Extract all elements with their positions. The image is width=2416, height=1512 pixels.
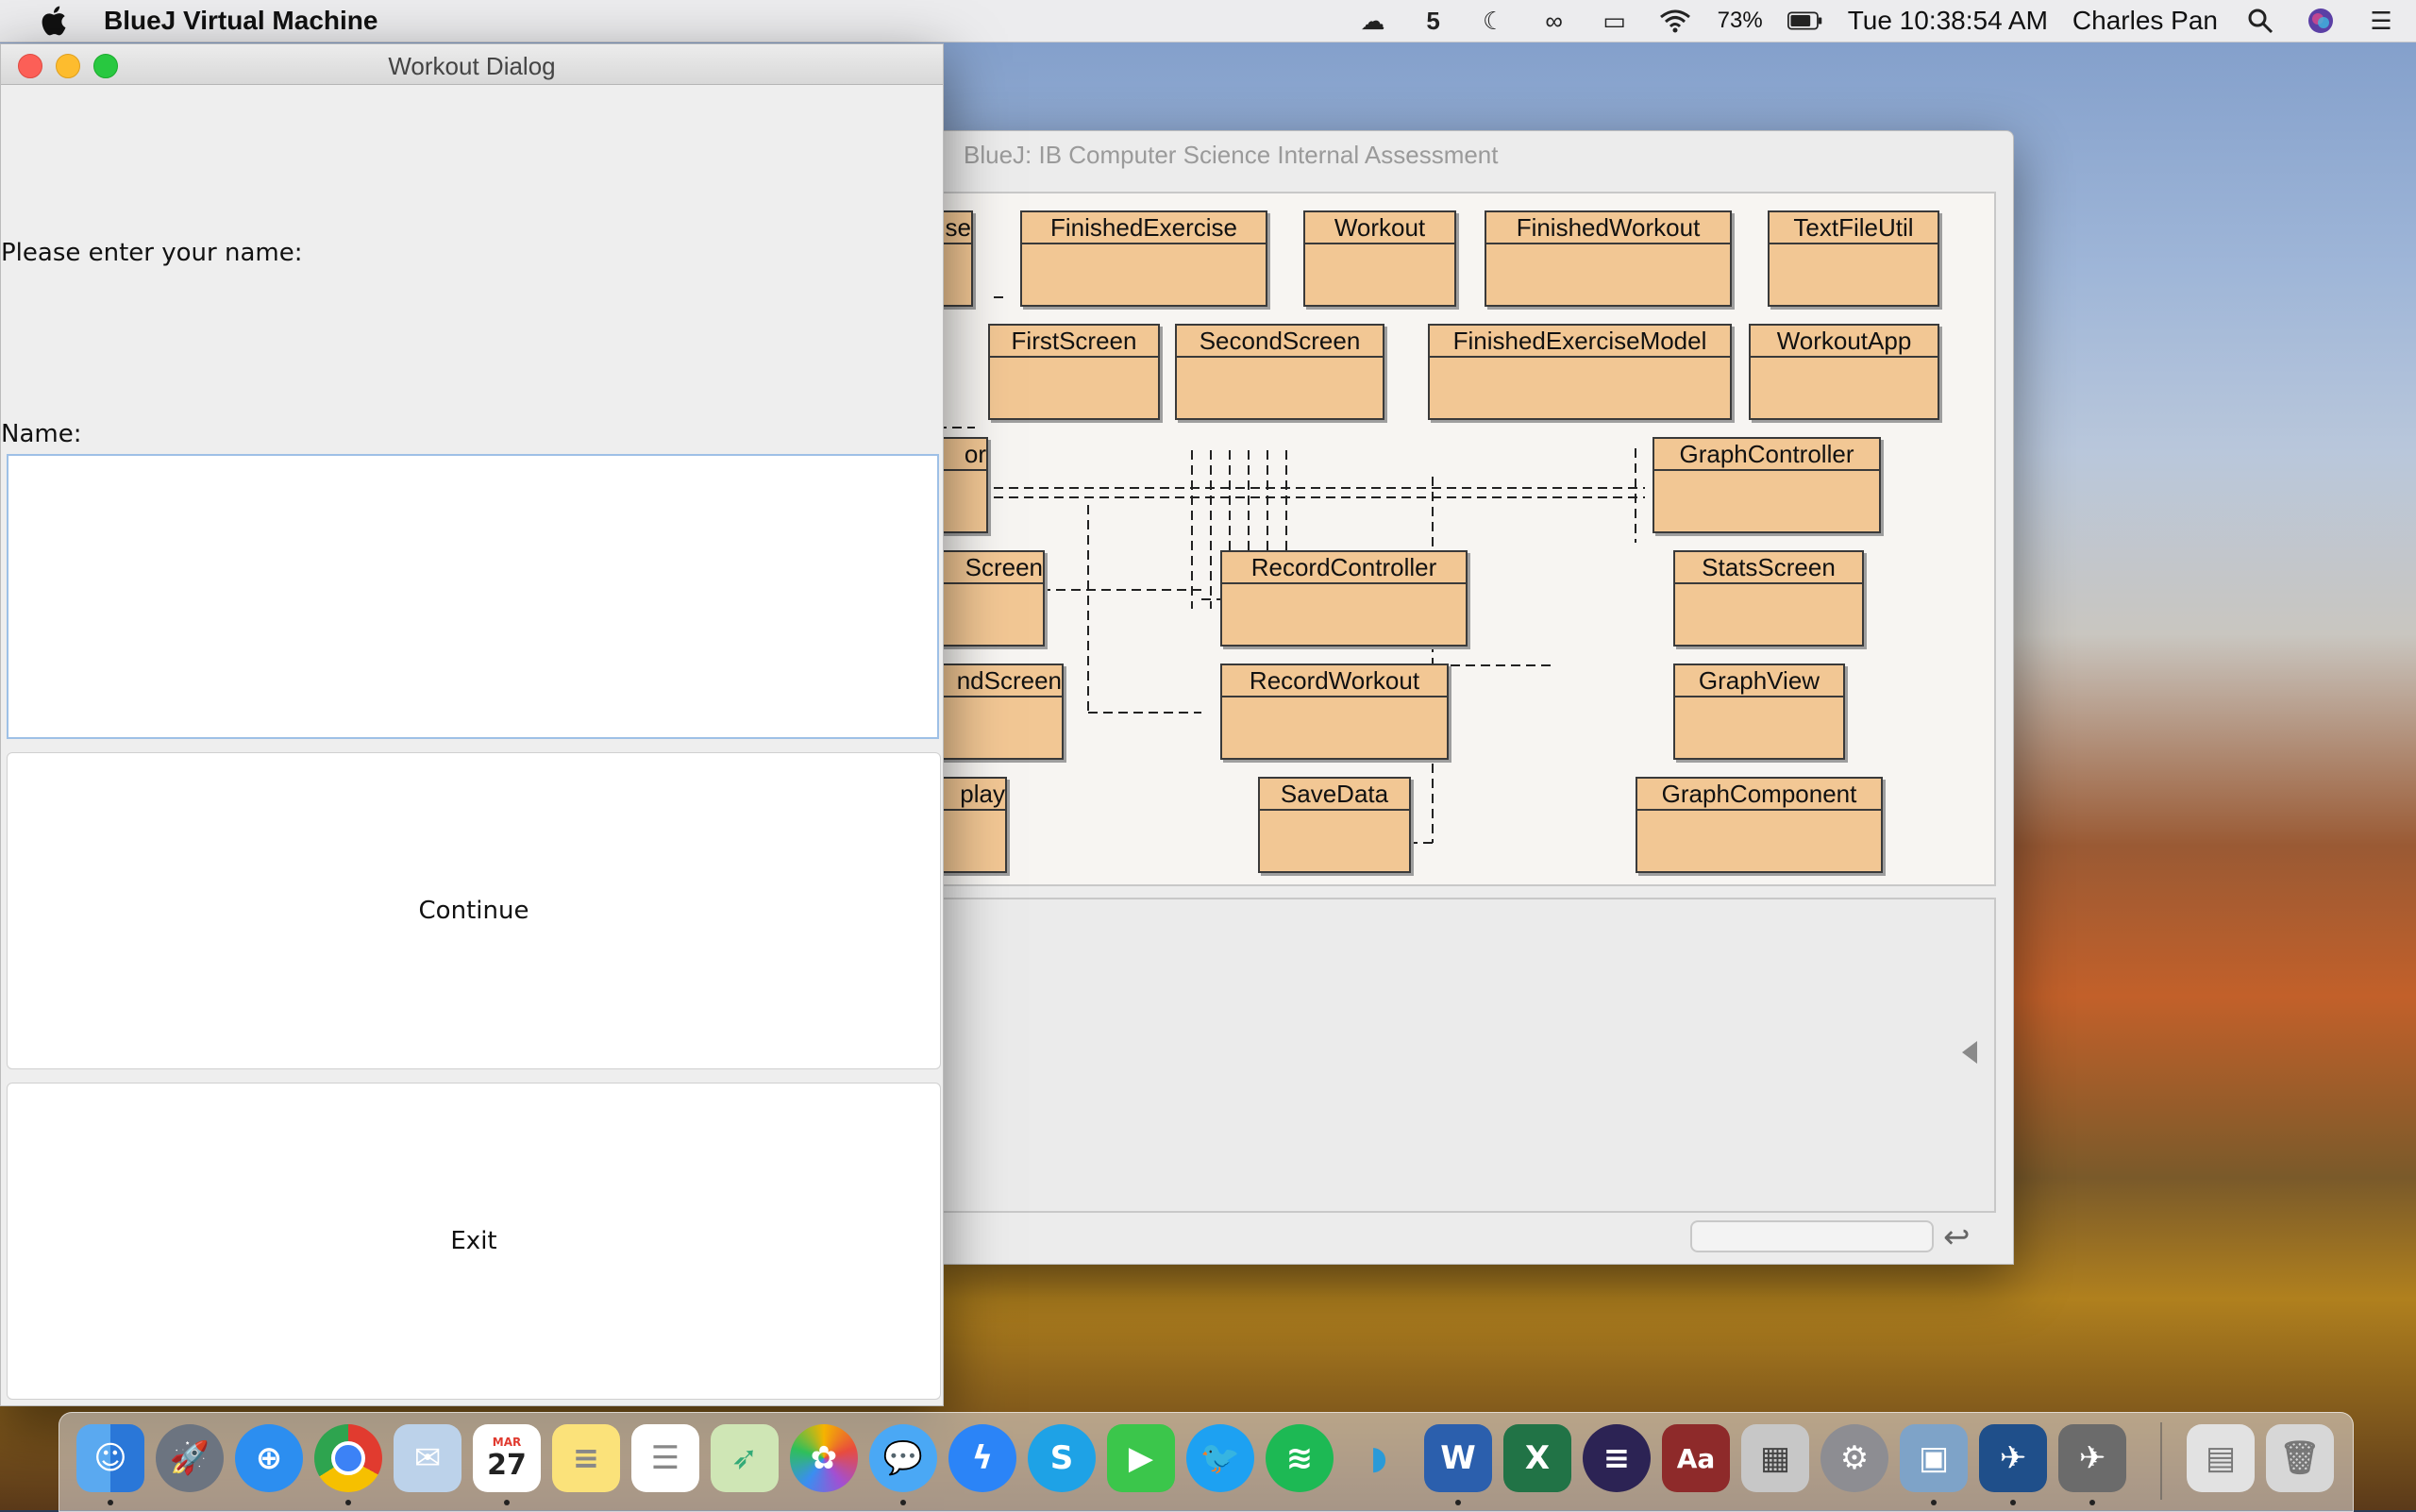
collapse-arrow-icon[interactable] bbox=[1962, 1041, 1977, 1064]
app-menu-name[interactable]: BlueJ Virtual Machine bbox=[104, 6, 378, 36]
class-box-save-data[interactable]: SaveData bbox=[1258, 777, 1411, 873]
photos-icon[interactable]: ✿ bbox=[790, 1424, 858, 1492]
class-box-text-file-util[interactable]: TextFileUtil bbox=[1768, 210, 1939, 307]
skype-icon[interactable]: S bbox=[1028, 1424, 1096, 1492]
return-arrow-icon[interactable]: ↩ bbox=[1943, 1218, 1971, 1256]
menu-user-name[interactable]: Charles Pan bbox=[2072, 6, 2218, 36]
class-box-workout[interactable]: Workout bbox=[1303, 210, 1456, 307]
name-prompt-text: Please enter your name: bbox=[1, 239, 303, 267]
moon-icon[interactable]: ☾ bbox=[1476, 7, 1512, 35]
battery-percentage: 73% bbox=[1717, 8, 1763, 33]
menu-clock[interactable]: Tue 10:38:54 AM bbox=[1848, 6, 2048, 36]
dock-separator bbox=[2160, 1422, 2162, 1500]
calculator-icon[interactable]: ▦ bbox=[1741, 1424, 1809, 1492]
apple-menu-icon[interactable] bbox=[36, 2, 74, 40]
reminders-icon[interactable]: ☰ bbox=[631, 1424, 699, 1492]
eclipse-icon[interactable]: ≡ bbox=[1583, 1424, 1651, 1492]
class-box-partial-nd-screen[interactable]: ndScreen bbox=[937, 664, 1064, 760]
chrome-icon[interactable] bbox=[314, 1424, 382, 1492]
notification-center-icon[interactable]: ☰ bbox=[2363, 7, 2399, 35]
workout-dialog: Workout Dialog Please enter your name: N… bbox=[0, 43, 944, 1406]
messages-icon[interactable]: 💬 bbox=[869, 1424, 937, 1492]
siri-icon[interactable] bbox=[2303, 7, 2339, 35]
class-box-partial-screen[interactable]: Screen bbox=[937, 550, 1045, 647]
calendar-month: MAR bbox=[492, 1435, 522, 1449]
class-box-finished-exercise[interactable]: FinishedExercise bbox=[1020, 210, 1267, 307]
dialog-title: Workout Dialog bbox=[388, 52, 556, 80]
notes-icon[interactable]: ≡ bbox=[552, 1424, 620, 1492]
battery-icon[interactable] bbox=[1787, 7, 1823, 35]
bluej-status-field bbox=[1690, 1220, 1934, 1252]
dictionary-icon[interactable]: Aa bbox=[1662, 1424, 1730, 1492]
html5-icon[interactable]: 5 bbox=[1416, 7, 1451, 35]
class-box-second-screen[interactable]: SecondScreen bbox=[1175, 324, 1384, 420]
running-indicator bbox=[108, 1500, 113, 1505]
continue-button[interactable]: Continue bbox=[7, 752, 941, 1069]
bluej-terminal-icon[interactable]: ✈ bbox=[2058, 1424, 2126, 1492]
running-indicator bbox=[2010, 1500, 2016, 1505]
running-indicator bbox=[1455, 1500, 1461, 1505]
wifi-icon[interactable] bbox=[1657, 7, 1693, 35]
menu-bar: BlueJ Virtual Machine ☁ 5 ☾ ∞ ▭ 73% Tue … bbox=[0, 0, 2416, 42]
twitter-icon[interactable]: 🐦 bbox=[1186, 1424, 1254, 1492]
system-preferences-icon[interactable]: ⚙ bbox=[1820, 1424, 1888, 1492]
preview-icon[interactable]: ▣ bbox=[1900, 1424, 1968, 1492]
terminal-pane[interactable] bbox=[935, 898, 1996, 1213]
document-icon[interactable]: ▤ bbox=[2187, 1424, 2255, 1492]
class-diagram[interactable]: se FinishedExercise Workout FinishedWork… bbox=[935, 192, 1996, 886]
bluej-window-title: BlueJ: IB Computer Science Internal Asse… bbox=[964, 141, 1499, 169]
dialog-titlebar[interactable]: Workout Dialog bbox=[1, 44, 943, 85]
trash-icon[interactable]: 🗑 bbox=[2266, 1424, 2334, 1492]
name-field-label: Name: bbox=[1, 420, 82, 448]
running-indicator bbox=[1931, 1500, 1937, 1505]
running-indicator bbox=[345, 1500, 351, 1505]
class-box-finished-workout[interactable]: FinishedWorkout bbox=[1485, 210, 1732, 307]
finder-icon[interactable]: ☺ bbox=[76, 1424, 144, 1492]
class-box-partial-play[interactable]: play bbox=[937, 777, 1007, 873]
calendar-day: 27 bbox=[487, 1448, 527, 1482]
class-box-graph-component[interactable]: GraphComponent bbox=[1636, 777, 1883, 873]
exit-button[interactable]: Exit bbox=[7, 1083, 941, 1400]
mail-icon[interactable]: ✉ bbox=[394, 1424, 461, 1492]
dolphin-icon[interactable]: ◗ bbox=[1345, 1424, 1413, 1492]
bluej-icon[interactable]: ✈ bbox=[1979, 1424, 2047, 1492]
running-indicator bbox=[900, 1500, 906, 1505]
calendar-icon[interactable]: MAR 27 bbox=[473, 1424, 541, 1492]
class-box-workout-app[interactable]: WorkoutApp bbox=[1749, 324, 1939, 420]
class-box-graph-controller[interactable]: GraphController bbox=[1653, 437, 1881, 533]
cloud-upload-icon[interactable]: ☁ bbox=[1355, 7, 1391, 35]
launchpad-icon[interactable]: 🚀 bbox=[156, 1424, 224, 1492]
name-input[interactable] bbox=[7, 454, 939, 739]
airplay-icon[interactable]: ▭ bbox=[1597, 7, 1633, 35]
word-icon[interactable]: W bbox=[1424, 1424, 1492, 1492]
class-box-record-workout[interactable]: RecordWorkout bbox=[1220, 664, 1449, 760]
class-box-record-controller[interactable]: RecordController bbox=[1220, 550, 1468, 647]
spotify-icon[interactable]: ≋ bbox=[1266, 1424, 1334, 1492]
running-indicator bbox=[2089, 1500, 2095, 1505]
class-box-graph-view[interactable]: GraphView bbox=[1673, 664, 1845, 760]
bluej-project-window: BlueJ: IB Computer Science Internal Asse… bbox=[934, 130, 2014, 1265]
infinity-icon[interactable]: ∞ bbox=[1536, 7, 1572, 35]
spotlight-search-icon[interactable] bbox=[2242, 7, 2278, 35]
safari-icon[interactable]: ⊕ bbox=[235, 1424, 303, 1492]
class-box-finished-exercise-model[interactable]: FinishedExerciseModel bbox=[1428, 324, 1732, 420]
running-indicator bbox=[504, 1500, 510, 1505]
class-box-first-screen[interactable]: FirstScreen bbox=[988, 324, 1160, 420]
excel-icon[interactable]: X bbox=[1503, 1424, 1571, 1492]
class-box-stats-screen[interactable]: StatsScreen bbox=[1673, 550, 1864, 647]
dock: ☺ 🚀 ⊕ ✉ MAR 27 ≡ ☰ ➶ ✿ 💬 ϟ S ▶ 🐦 ≋ ◗ W X… bbox=[59, 1412, 2354, 1512]
facetime-icon[interactable]: ▶ bbox=[1107, 1424, 1175, 1492]
maps-icon[interactable]: ➶ bbox=[711, 1424, 779, 1492]
messenger-icon[interactable]: ϟ bbox=[948, 1424, 1016, 1492]
